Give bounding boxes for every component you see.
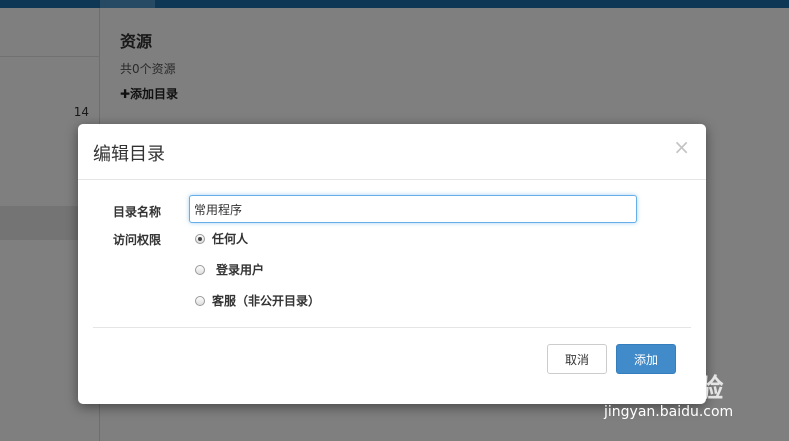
baidu-logo: Baidu经验 [588, 374, 724, 404]
radio-button[interactable] [195, 264, 205, 275]
edit-directory-dialog: 编辑目录 × 目录名称 访问权限 任何人 登录用户 客服（非公开目录） 取消 添… [78, 124, 706, 404]
radio-button[interactable] [195, 233, 205, 244]
modal-footer-divider [93, 327, 691, 328]
permission-option-label: 登录用户 [216, 263, 265, 277]
permission-option-logged-in[interactable]: 登录用户 [195, 261, 264, 278]
directory-name-input[interactable] [189, 195, 637, 223]
baidu-watermark: Baidu经验 jingyan.baidu.com [588, 368, 788, 428]
radio-button[interactable] [195, 295, 205, 306]
access-permission-label: 访问权限 [113, 233, 162, 247]
close-icon[interactable]: × [673, 137, 690, 157]
permission-option-anyone[interactable]: 任何人 [195, 230, 248, 247]
modal-title: 编辑目录 [93, 144, 165, 165]
permission-option-label: 客服（非公开目录） [212, 294, 321, 308]
permission-option-customer-service[interactable]: 客服（非公开目录） [195, 292, 320, 309]
modal-header: 编辑目录 × [78, 124, 706, 180]
permission-option-label: 任何人 [212, 232, 249, 246]
watermark-url: jingyan.baidu.com [604, 404, 734, 420]
directory-name-label: 目录名称 [113, 205, 162, 219]
